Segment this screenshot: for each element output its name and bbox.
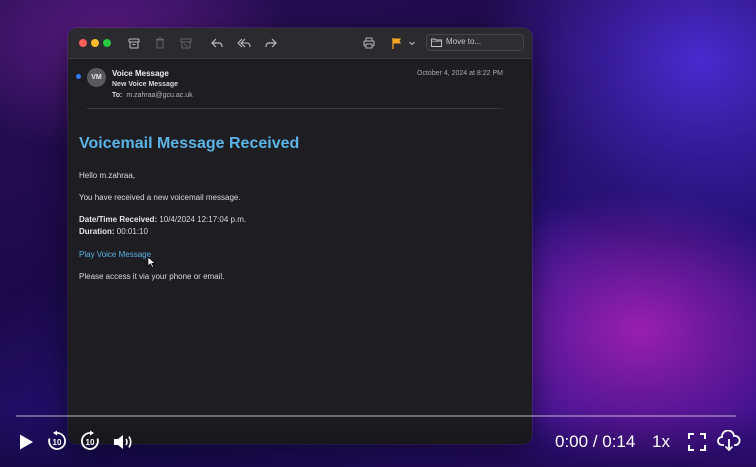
message-date: October 4, 2024 at 8:22 PM: [417, 70, 503, 77]
mail-toolbar: Move to...: [68, 28, 532, 59]
datetime-value: 10/4/2024 12:17:04 p.m.: [159, 215, 247, 224]
reply-all-icon[interactable]: [237, 36, 251, 50]
archive-icon[interactable]: [127, 36, 141, 50]
footer-text: Please access it via your phone or email…: [79, 272, 225, 281]
voicemail-title: Voicemail Message Received: [79, 135, 300, 152]
duration-value: 00:01:10: [116, 227, 148, 236]
zoom-window-button[interactable]: [103, 39, 111, 47]
recipient-address[interactable]: m.zahraa@gcu.ac.uk: [126, 92, 192, 99]
video-progress-bar[interactable]: [16, 415, 736, 417]
recipient-line: To: m.zahraa@gcu.ac.uk: [112, 92, 193, 99]
flag-menu-chevron-down-icon[interactable]: [408, 36, 416, 50]
move-to-button[interactable]: Move to...: [426, 34, 524, 51]
reply-icon[interactable]: [210, 36, 224, 50]
trash-icon[interactable]: [153, 36, 167, 50]
minimize-window-button[interactable]: [91, 39, 99, 47]
folder-icon: [431, 38, 442, 47]
duration-line: Duration: 00:01:10: [79, 226, 509, 238]
forward-icon[interactable]: [264, 36, 278, 50]
move-to-label: Move to...: [446, 37, 482, 46]
greeting-text: Hello m.zahraa,: [79, 171, 136, 180]
mail-window: Move to... VM Voice Message New Voice Me…: [68, 28, 532, 444]
junk-icon[interactable]: [179, 36, 193, 50]
sender-name[interactable]: Voice Message: [112, 69, 169, 78]
play-voice-message-link[interactable]: Play Voice Message: [79, 249, 509, 261]
unread-indicator: [76, 74, 81, 79]
fullscreen-icon[interactable]: [688, 433, 706, 451]
playback-time: 0:00 / 0:14: [555, 432, 636, 451]
close-window-button[interactable]: [79, 39, 87, 47]
skip-back-seconds: 10: [53, 438, 62, 447]
to-label: To:: [112, 92, 123, 99]
datetime-line: Date/Time Received: 10/4/2024 12:17:04 p…: [79, 214, 509, 226]
message-body: Voicemail Message Received Hello m.zahra…: [79, 134, 509, 293]
skip-forward-icon[interactable]: 10: [79, 430, 101, 452]
skip-forward-seconds: 10: [86, 438, 95, 447]
skip-back-icon[interactable]: 10: [46, 430, 68, 452]
cloud-download-icon[interactable]: [717, 430, 741, 452]
playback-speed-button[interactable]: 1x: [652, 432, 670, 452]
duration-label: Duration:: [79, 227, 115, 236]
datetime-label: Date/Time Received:: [79, 215, 158, 224]
message-header: VM Voice Message New Voice Message To: m.…: [68, 59, 532, 109]
play-icon[interactable]: [17, 433, 35, 451]
avatar: VM: [87, 68, 106, 87]
header-divider: [87, 108, 503, 109]
volume-icon[interactable]: [113, 433, 135, 451]
print-icon[interactable]: [362, 36, 376, 50]
message-subject: New Voice Message: [112, 81, 179, 88]
mouse-pointer-icon: [147, 256, 156, 268]
flag-icon[interactable]: [390, 36, 404, 50]
intro-text: You have received a new voicemail messag…: [79, 193, 241, 202]
